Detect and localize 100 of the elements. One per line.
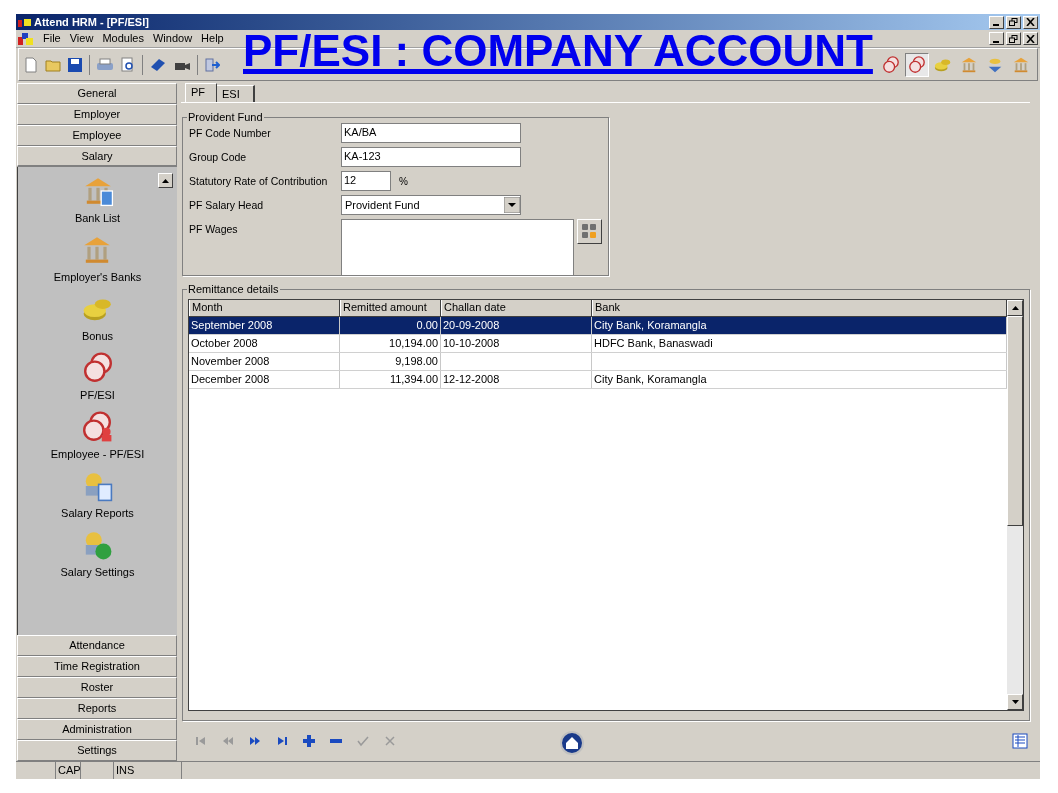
vertical-scrollbar[interactable]: [1007, 300, 1023, 710]
restore-button[interactable]: [1006, 32, 1021, 45]
restore-button[interactable]: [1006, 15, 1021, 29]
window-title: Attend HRM - [PF/ESI]: [34, 14, 149, 30]
stamp-icon: [81, 352, 114, 384]
unit-label: %: [399, 174, 408, 189]
menu-item[interactable]: Modules: [102, 30, 144, 47]
group-title: Remittance details: [187, 283, 280, 295]
text-area[interactable]: [341, 219, 574, 276]
list-view-icon[interactable]: [1012, 733, 1028, 749]
table-cell: 11,394.00: [389, 373, 438, 385]
field-label: Statutory Rate of Contribution: [189, 174, 329, 189]
sidebar-item[interactable]: Salary Settings: [60, 564, 135, 581]
table-cell: City Bank, Koramangla: [594, 319, 707, 331]
sidebar-item[interactable]: Employee - PF/ESI: [50, 446, 145, 463]
app-icon: [18, 32, 34, 45]
tab[interactable]: PF: [185, 83, 217, 102]
status-indicator: INS: [115, 763, 136, 778]
sidebar-item[interactable]: Employer's Banks: [53, 269, 142, 286]
table-cell: December 2008: [191, 373, 270, 385]
sidebar-item[interactable]: Salary Reports: [61, 505, 134, 522]
dropdown-arrow-icon: [504, 197, 520, 213]
table-row[interactable]: September 2008 0.00 20-09-2008 City Bank, Koramangla: [189, 317, 1007, 335]
field-label: Group Code: [189, 150, 248, 165]
calculator-icon: [582, 224, 597, 239]
close-button[interactable]: [1023, 15, 1038, 29]
menu-item[interactable]: Window: [152, 30, 193, 47]
sidebar-section-button[interactable]: Roster: [17, 677, 177, 698]
save-icon[interactable]: [67, 56, 83, 73]
sidebar-item[interactable]: PF/ESI: [80, 387, 115, 404]
sidebar-section-button[interactable]: Employer: [17, 104, 177, 125]
sidebar-item[interactable]: Bank List: [74, 210, 121, 227]
minimize-icon: [992, 40, 999, 43]
app-icon: [18, 17, 32, 27]
table-cell: City Bank, Koramangla: [594, 373, 707, 385]
column-header[interactable]: Challan date: [441, 300, 592, 316]
bank-building-icon: [1012, 55, 1030, 74]
text-field[interactable]: 12: [341, 171, 391, 191]
sidebar-section-button[interactable]: General: [17, 83, 177, 104]
table-cell: 10-10-2008: [443, 337, 500, 349]
sidebar-section-button[interactable]: Employee: [17, 125, 177, 146]
up-arrow-icon: [162, 178, 169, 183]
print-preview-icon[interactable]: [120, 56, 136, 73]
sidebar-section-button[interactable]: Settings: [17, 740, 177, 761]
exit-door-icon[interactable]: [204, 56, 220, 73]
table-cell: HDFC Bank, Banaswadi: [594, 337, 713, 349]
last-record-button[interactable]: [275, 734, 289, 748]
add-record-button[interactable]: [302, 734, 316, 748]
up-arrow-icon: [1011, 306, 1019, 310]
restore-icon: [1009, 18, 1018, 26]
status-indicator: CAP: [57, 763, 80, 778]
table-cell: 12-12-2008: [443, 373, 500, 385]
table-row[interactable]: October 2008 10,194.00 10-10-2008 HDFC Bank, Banaswadi: [189, 335, 1007, 353]
close-icon: [1026, 18, 1035, 26]
group-title: Provident Fund: [187, 111, 264, 123]
next-record-button[interactable]: [248, 734, 262, 748]
menu-item[interactable]: View: [69, 30, 94, 47]
calculator-button[interactable]: [577, 219, 602, 244]
print-icon[interactable]: [96, 56, 114, 73]
text-field[interactable]: KA/BA: [341, 123, 521, 143]
table-row[interactable]: November 2008 9,198.00: [189, 353, 1007, 371]
down-arrow-icon: [1011, 700, 1019, 704]
menu-item[interactable]: Help: [201, 30, 224, 47]
minimize-button[interactable]: [989, 32, 1004, 45]
dropdown[interactable]: Provident Fund: [341, 195, 521, 215]
table-cell: November 2008: [191, 355, 270, 367]
menu-item[interactable]: File: [43, 30, 61, 47]
column-header[interactable]: Remitted amount: [340, 300, 441, 316]
column-header[interactable]: Month: [189, 300, 340, 316]
sidebar-item[interactable]: Bonus: [81, 328, 114, 345]
table-cell: 10,194.00: [389, 337, 438, 349]
minimize-button[interactable]: [989, 15, 1004, 29]
minimize-icon: [992, 24, 999, 26]
stamp-icon: [908, 55, 926, 74]
table-cell: 9,198.00: [395, 355, 438, 367]
scroll-up-button[interactable]: [158, 173, 173, 188]
sidebar-section-button[interactable]: Time Registration: [17, 656, 177, 677]
sidebar-section-button[interactable]: Reports: [17, 698, 177, 719]
close-icon: [1026, 34, 1035, 43]
table-cell: September 2008: [191, 319, 273, 331]
tab[interactable]: ESI: [217, 85, 255, 102]
sidebar-section-button[interactable]: Administration: [17, 719, 177, 740]
table-cell: October 2008: [191, 337, 258, 349]
table-cell: 0.00: [416, 319, 438, 331]
page-heading: PF/ESI : COMPANY ACCOUNT: [243, 28, 873, 74]
field-label: PF Salary Head: [189, 198, 265, 213]
close-button[interactable]: [1023, 32, 1038, 45]
field-label: PF Code Number: [189, 126, 272, 141]
bank-building-icon: [960, 55, 978, 74]
stamp-person-icon: [81, 411, 114, 443]
sidebar-section-button[interactable]: Attendance: [17, 635, 177, 656]
table-cell: 20-09-2008: [443, 319, 500, 331]
text-field[interactable]: KA-123: [341, 147, 521, 167]
toolbar-button[interactable]: [905, 52, 929, 77]
field-label: PF Wages: [189, 222, 239, 237]
restore-icon: [1009, 34, 1018, 43]
stamp-icon: [882, 55, 900, 74]
table-row[interactable]: December 2008 11,394.00 12-12-2008 City Bank, Koramangla: [189, 371, 1007, 389]
sidebar-section-button[interactable]: Salary: [17, 146, 177, 167]
home-button[interactable]: [560, 731, 584, 755]
